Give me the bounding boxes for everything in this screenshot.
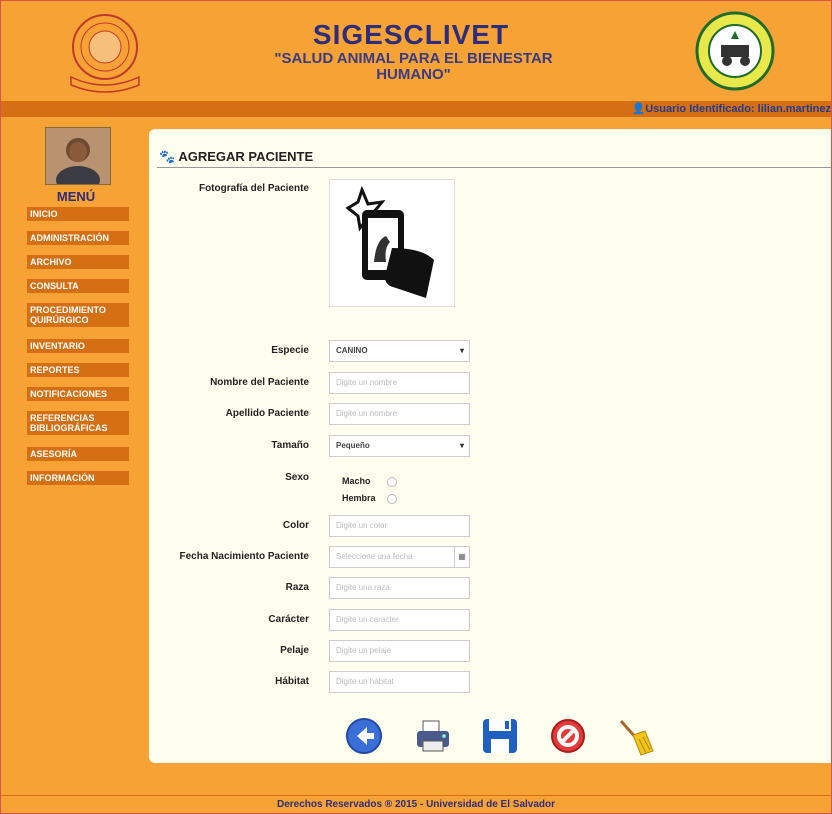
caracter-input[interactable]: Digite un caracter [329, 609, 470, 631]
app-window: SIGESCLIVET "SALUD ANIMAL PARA EL BIENES… [0, 0, 832, 814]
save-button[interactable] [481, 717, 519, 760]
apellido-input[interactable]: Digite un nombre [329, 403, 470, 425]
especie-label: Especie [271, 345, 309, 356]
raza-input[interactable]: Digite una raza [329, 577, 470, 599]
menu-item-consulta[interactable]: CONSULTA [27, 279, 129, 293]
form-panel: 🐾 AGREGAR PACIENTE Fotografía del Pacien… [149, 129, 831, 763]
user-label: Usuario Identificado: lilian.martinez [645, 103, 831, 115]
color-label: Color [282, 520, 309, 531]
nombre-input[interactable]: Digite un nombre [329, 372, 470, 394]
menu-item-archivo[interactable]: ARCHIVO [27, 255, 129, 269]
menu-title: MENÚ [56, 189, 96, 204]
header: SIGESCLIVET "SALUD ANIMAL PARA EL BIENES… [1, 1, 831, 101]
menu-item-reportes[interactable]: REPORTES [27, 363, 129, 377]
fecha-placeholder: Seleccione una fecha [336, 552, 413, 561]
pelaje-input[interactable]: Digite un pelaje [329, 640, 470, 662]
back-button[interactable] [345, 717, 383, 760]
fecha-input[interactable]: Seleccione una fecha ▦ [329, 546, 470, 568]
calendar-icon[interactable]: ▦ [454, 547, 469, 567]
habitat-label: Hábitat [275, 676, 309, 687]
menu-item-informacion[interactable]: INFORMACIÓN [27, 471, 129, 485]
color-input[interactable]: Digite un color [329, 515, 470, 537]
macho-radio[interactable] [387, 477, 397, 487]
paw-icon: 🐾 [159, 149, 176, 164]
app-subtitle: "SALUD ANIMAL PARA EL BIENESTAR HUMANO" [274, 50, 553, 83]
footer: Derechos Reservados ® 2015 - Universidad… [1, 795, 831, 813]
pelaje-label: Pelaje [280, 645, 309, 656]
caracter-label: Carácter [268, 614, 309, 625]
photo-label: Fotografía del Paciente [198, 183, 309, 194]
cancel-button[interactable] [549, 717, 587, 760]
broom-icon [619, 720, 654, 756]
title-divider [157, 167, 831, 168]
university-seal-icon [61, 7, 149, 95]
menu-item-procedimiento-quirurgico[interactable]: PROCEDIMIENTO QUIRÚRGICO [27, 303, 129, 327]
especie-select[interactable]: CANINO [329, 340, 470, 362]
user-info: 👤Usuario Identificado: lilian.martinez [631, 102, 831, 115]
menu-item-administracion[interactable]: ADMINISTRACIÓN [27, 231, 129, 245]
form-title-text: AGREGAR PACIENTE [178, 149, 314, 164]
printer-icon [417, 720, 449, 752]
menu-item-asesoria[interactable]: ASESORÍA [27, 447, 129, 461]
user-icon: 👤 [631, 103, 646, 115]
macho-label: Macho [342, 476, 371, 486]
faculty-seal-icon [695, 11, 775, 91]
menu-item-notificaciones[interactable]: NOTIFICACIONES [27, 387, 129, 401]
fecha-label: Fecha Nacimiento Paciente [179, 551, 310, 562]
patient-photo-upload[interactable] [329, 179, 455, 307]
hembra-radio[interactable] [387, 494, 397, 504]
tamano-label: Tamaño [271, 440, 309, 451]
cancel-icon [551, 719, 585, 753]
save-icon [483, 719, 517, 753]
menu-item-inventario[interactable]: INVENTARIO [27, 339, 129, 353]
avatar [45, 127, 111, 185]
habitat-input[interactable]: Digite un hábitat [329, 671, 470, 693]
print-button[interactable] [413, 717, 453, 760]
raza-label: Raza [285, 582, 309, 593]
apellido-label: Apellido Paciente [225, 408, 309, 419]
app-title: SIGESCLIVET [312, 19, 510, 50]
menu-item-referencias[interactable]: REFERENCIAS BIBLIOGRÁFICAS [27, 411, 129, 435]
back-arrow-icon [346, 718, 382, 754]
sidebar: MENÚ INICIO ADMINISTRACIÓN ARCHIVO CONSU… [1, 117, 141, 797]
sexo-label: Sexo [285, 472, 309, 483]
nombre-label: Nombre del Paciente [210, 377, 309, 388]
tamano-select[interactable]: Pequeño [329, 435, 470, 457]
form-title: 🐾 AGREGAR PACIENTE [159, 149, 313, 165]
clear-button[interactable] [615, 717, 655, 762]
phone-camera-icon [345, 185, 434, 298]
hembra-label: Hembra [342, 493, 376, 503]
menu-item-inicio[interactable]: INICIO [27, 207, 129, 221]
